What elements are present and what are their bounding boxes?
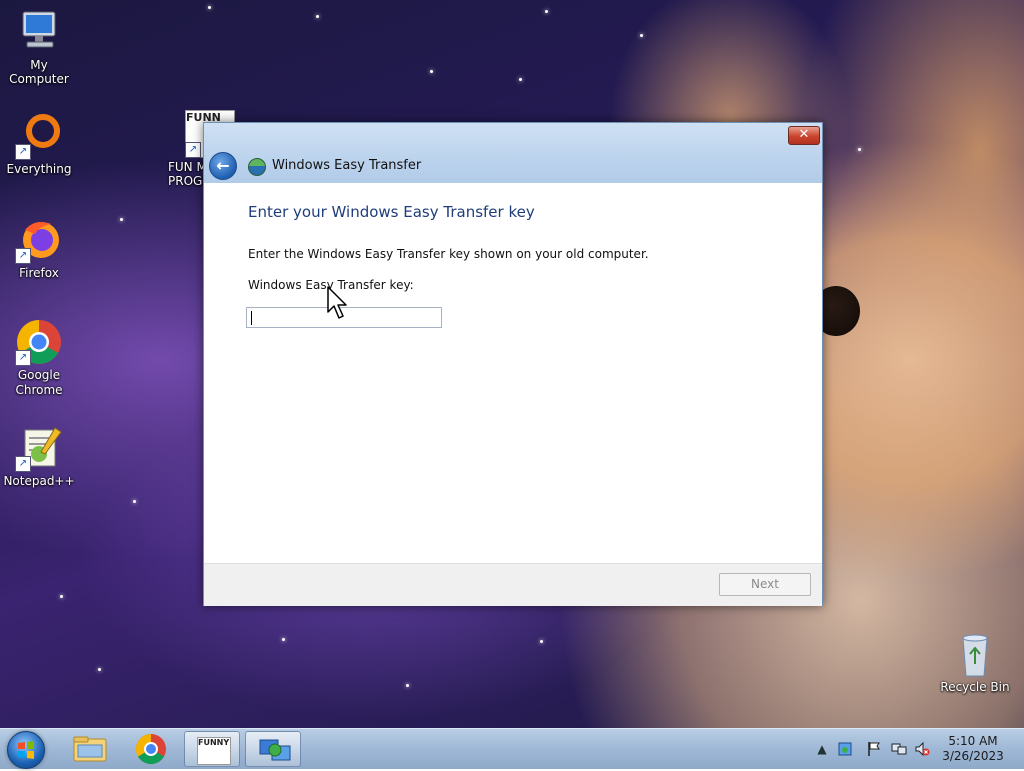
star — [545, 10, 548, 13]
clock-date: 3/26/2023 — [942, 749, 1004, 763]
start-button[interactable] — [7, 731, 45, 769]
show-hidden-icons-button[interactable]: ▲ — [814, 741, 830, 757]
easy-transfer-icon — [259, 739, 291, 761]
volume-muted-icon[interactable] — [914, 741, 930, 757]
desktop-icon-recycle-bin[interactable]: Recycle Bin — [936, 630, 1014, 694]
shortcut-arrow-icon: ↗ — [15, 248, 31, 264]
star — [406, 684, 409, 687]
system-clock[interactable]: 5:10 AM 3/26/2023 — [936, 734, 1010, 764]
star — [282, 638, 285, 641]
desktop-icon-label: Recycle Bin — [940, 680, 1010, 694]
desktop-icon-firefox[interactable]: ↗ Firefox — [0, 216, 78, 280]
shortcut-arrow-icon: ↗ — [15, 456, 31, 472]
recycle-bin-icon — [951, 630, 999, 678]
action-center-flag-icon[interactable] — [866, 741, 882, 757]
star — [316, 15, 319, 18]
chrome-icon: ↗ — [15, 318, 63, 366]
desktop-icon-everything[interactable]: ↗ Everything — [0, 112, 78, 176]
firefox-icon: ↗ — [15, 216, 63, 264]
star — [60, 595, 63, 598]
star — [858, 148, 861, 151]
easy-transfer-icon — [248, 158, 266, 176]
star — [519, 78, 522, 81]
easy-transfer-window: ✕ ← Windows Easy Transfer Enter your Win… — [203, 122, 823, 606]
star — [640, 34, 643, 37]
desktop-icon-label-line2: Chrome — [15, 383, 63, 397]
desktop-icon-my-computer[interactable]: My Computer — [0, 8, 78, 86]
computer-icon — [15, 8, 63, 56]
wizard-footer: Next — [204, 563, 822, 606]
shortcut-arrow-icon: ↗ — [15, 350, 31, 366]
desktop-icon-notepadpp[interactable]: ↗ Notepad++ — [0, 424, 78, 488]
shortcut-arrow-icon: ↗ — [185, 142, 201, 158]
funny-program-icon: FUNNY! — [197, 737, 231, 765]
star — [98, 668, 101, 671]
chrome-icon — [135, 734, 166, 765]
page-heading: Enter your Windows Easy Transfer key — [248, 203, 535, 221]
folder-icon — [73, 736, 107, 762]
desktop-icon-label: Google Chrome — [0, 368, 78, 398]
clock-time: 5:10 AM — [948, 734, 998, 748]
notepadpp-icon: ↗ — [15, 424, 63, 472]
window-titlebar[interactable]: ✕ ← Windows Easy Transfer — [204, 123, 822, 183]
back-button[interactable]: ← — [209, 152, 237, 180]
mouse-cursor-icon — [327, 286, 347, 319]
desktop-icon-google-chrome[interactable]: ↗ Google Chrome — [0, 318, 78, 398]
star — [540, 640, 543, 643]
text-caret — [251, 311, 252, 325]
taskbar: FUNNY! ▲ 5:10 AM 3/26/2023 — [0, 728, 1024, 769]
window-title: Windows Easy Transfer — [272, 158, 422, 173]
desktop-icon-label: Everything — [6, 162, 72, 176]
desktop-icon-label-line1: Google — [17, 368, 61, 382]
next-button[interactable]: Next — [719, 573, 811, 596]
windows-logo-icon — [18, 741, 34, 759]
taskbar-windows-explorer[interactable] — [62, 731, 118, 767]
star — [120, 218, 123, 221]
everything-search-icon: ↗ — [15, 112, 63, 160]
tray-app-icon[interactable] — [837, 741, 853, 757]
desktop-icon-label: Notepad++ — [3, 474, 75, 488]
instructions-text: Enter the Windows Easy Transfer key show… — [248, 247, 649, 261]
taskbar-google-chrome[interactable] — [123, 731, 179, 767]
star — [430, 70, 433, 73]
shortcut-arrow-icon: ↗ — [15, 144, 31, 160]
desktop-icon-label: Firefox — [19, 266, 59, 280]
star — [133, 500, 136, 503]
network-icon[interactable] — [891, 741, 907, 757]
taskbar-funny-program[interactable]: FUNNY! — [184, 731, 240, 767]
wizard-content: Enter your Windows Easy Transfer key Ent… — [204, 183, 822, 563]
close-button[interactable]: ✕ — [788, 126, 820, 145]
taskbar-windows-easy-transfer[interactable] — [245, 731, 301, 767]
desktop-icon-label: My Computer — [9, 58, 69, 86]
star — [208, 6, 211, 9]
